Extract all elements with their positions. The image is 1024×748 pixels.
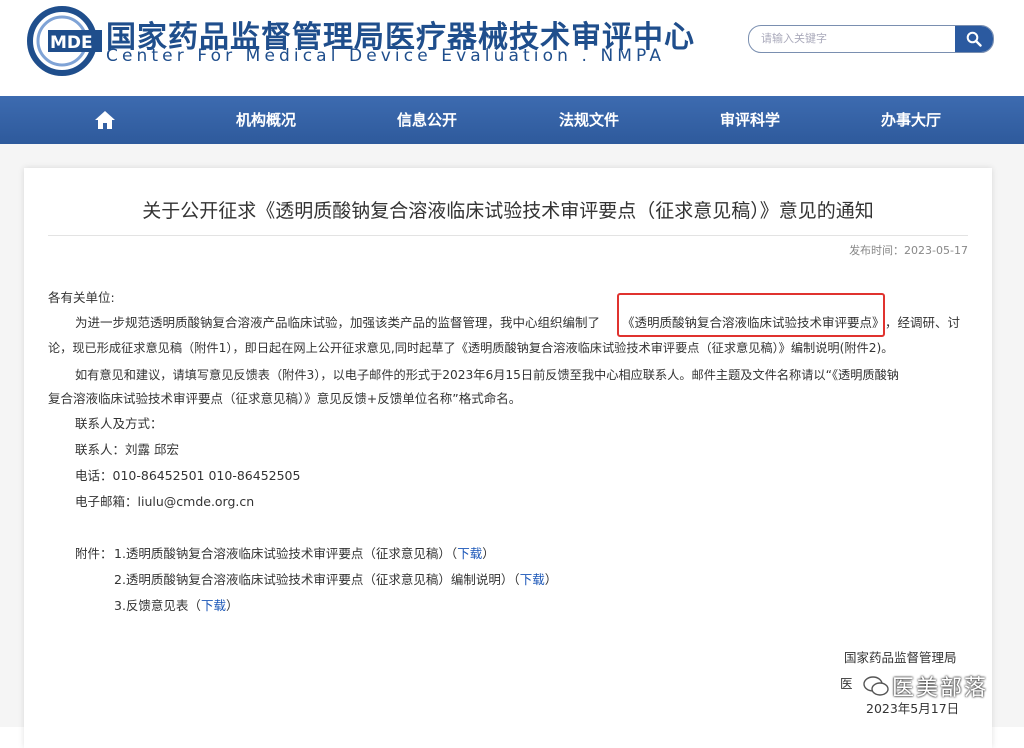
- paragraph-1-line-1-a: 为进一步规范透明质酸钠复合溶液产品临床试验，加强该类产品的监督管理，我中心组织编…: [75, 315, 601, 330]
- watermark-text: 医美部落: [892, 676, 989, 701]
- signature-date: 2023年5月17日: [866, 701, 960, 716]
- attachment-item: 1.透明质酸钠复合溶液临床试验技术审评要点（征求意见稿）（下载）: [114, 546, 495, 562]
- nav-home[interactable]: [88, 96, 122, 144]
- home-icon: [95, 111, 115, 129]
- attachment-text: 3.反馈意见表（: [114, 598, 201, 613]
- attachment-close: ）: [482, 546, 495, 561]
- search-box: [748, 25, 994, 53]
- nav-item-regulations[interactable]: 法规文件: [549, 96, 629, 144]
- download-link[interactable]: 下载: [520, 572, 545, 587]
- search-button[interactable]: [955, 26, 993, 52]
- download-link[interactable]: 下载: [457, 546, 482, 561]
- wechat-watermark-icon: [863, 676, 889, 696]
- attachment-close: ）: [544, 572, 558, 587]
- nav-item-services[interactable]: 办事大厅: [871, 96, 951, 144]
- title-divider: [48, 235, 968, 236]
- svg-text:MDE: MDE: [50, 33, 93, 53]
- article-title: 关于公开征求《透明质酸钠复合溶液临床试验技术审评要点（征求意见稿）》意见的通知: [142, 200, 874, 222]
- search-icon: [966, 31, 982, 47]
- download-link[interactable]: 下载: [201, 598, 226, 613]
- paragraph-2-line-2: 复合溶液临床试验技术审评要点（征求意见稿）》意见反馈+反馈单位名称”格式命名。: [48, 391, 522, 406]
- paragraph-1-line-1-b: ，经调研、讨: [885, 315, 961, 330]
- paragraph-1-line-2: 论，现已形成征求意见稿（附件1），即日起在网上公开征求意见,同时起草了《透明质酸…: [48, 341, 894, 355]
- site-header: MDE 国家药品监督管理局医疗器械技术审评中心 Center For Medic…: [0, 0, 1024, 96]
- nav-item-info[interactable]: 信息公开: [387, 96, 467, 144]
- contact-email: 电子邮箱：liulu@cmde.org.cn: [75, 494, 255, 509]
- search-input[interactable]: [749, 26, 945, 52]
- contact-phone: 电话：010-86452501 010-86452505: [75, 468, 301, 483]
- signature-org: 国家药品监督管理局: [844, 650, 957, 665]
- attachment-item: 2.透明质酸钠复合溶液临床试验技术审评要点（征求意见稿）编制说明）（下载）: [114, 572, 557, 588]
- nav-item-science[interactable]: 审评科学: [710, 96, 790, 144]
- contact-person: 联系人：刘露 邱宏: [75, 442, 179, 457]
- attachments-label: 附件：: [75, 546, 113, 561]
- signature-org-partial: 医: [840, 676, 853, 691]
- mde-logo[interactable]: MDE: [26, 6, 102, 76]
- nav-item-about[interactable]: 机构概况: [226, 96, 306, 144]
- greeting: 各有关单位:: [48, 290, 115, 305]
- contact-heading: 联系人及方式：: [75, 416, 163, 431]
- attachment-item: 3.反馈意见表（下载）: [114, 598, 238, 614]
- attachment-text: 1.透明质酸钠复合溶液临床试验技术审评要点（征求意见稿）（: [114, 546, 458, 561]
- site-title-en: Center For Medical Device Evaluation . N…: [106, 46, 666, 66]
- highlight-box: [617, 293, 885, 337]
- attachment-close: ）: [225, 598, 239, 613]
- paragraph-2-line-1: 如有意见和建议，请填写意见反馈表（附件3），以电子邮件的形式于2023年6月15…: [75, 368, 899, 382]
- main-nav: 机构概况 信息公开 法规文件 审评科学 办事大厅: [0, 96, 1024, 144]
- attachment-text: 2.透明质酸钠复合溶液临床试验技术审评要点（征求意见稿）编制说明）（: [114, 572, 520, 587]
- publish-date: 发布时间：2023-05-17: [849, 244, 968, 257]
